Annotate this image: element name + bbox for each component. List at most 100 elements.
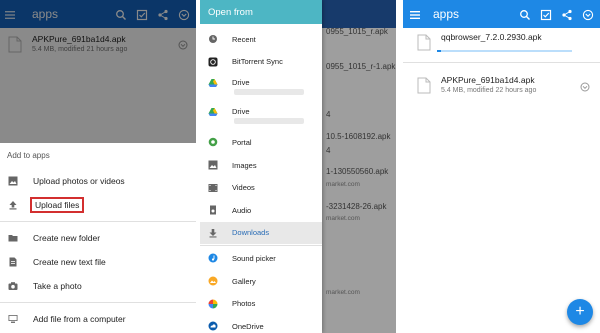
sync-icon xyxy=(208,57,218,67)
upload-icon xyxy=(8,200,18,210)
file-meta: 5.4 MB, modified 22 hours ago xyxy=(441,87,537,94)
background-file-name: 1-130550560.apk xyxy=(326,167,389,176)
drawer-item-videos[interactable]: Videos xyxy=(200,176,322,199)
create-text-file-item[interactable]: Create new text file xyxy=(0,250,196,274)
drawer-item-label: Downloads xyxy=(232,228,270,238)
upload-progress-fill xyxy=(437,50,442,52)
drawer-item-label: Sound picker xyxy=(232,253,276,263)
item-label: Upload photos or videos xyxy=(33,176,125,186)
open-from-drawer: Open from Recent BitTorrent Sync Drive D… xyxy=(200,0,322,333)
portal-icon xyxy=(208,137,218,147)
computer-icon xyxy=(8,314,18,324)
search-icon[interactable] xyxy=(519,8,531,20)
panel-open-from: 0955_1015_r.apk 0955_1015_r-1.apk 4 10.5… xyxy=(200,0,396,333)
text-file-icon xyxy=(8,257,18,267)
item-label-highlighted: Upload files xyxy=(30,197,85,213)
panel-add-to-apps: apps APKPure_691ba1d4.apk 5.4 MB, modifi… xyxy=(0,0,196,333)
share-icon[interactable] xyxy=(561,8,573,21)
image-icon xyxy=(208,160,218,170)
photos-icon xyxy=(208,299,218,309)
onedrive-icon xyxy=(208,321,218,331)
drawer-item-label: Photos xyxy=(232,299,256,309)
divider xyxy=(200,245,322,247)
drawer-item-downloads[interactable]: Downloads xyxy=(200,221,322,245)
add-from-computer-item[interactable]: Add file from a computer xyxy=(0,307,196,331)
camera-icon xyxy=(8,281,18,291)
drawer-item-label: Audio xyxy=(232,205,252,215)
select-icon[interactable] xyxy=(540,8,552,21)
scrim-overlay[interactable] xyxy=(0,0,196,143)
drawer-item-photos[interactable]: Photos xyxy=(200,292,322,315)
add-fab-button[interactable]: + xyxy=(567,299,593,325)
divider xyxy=(0,302,196,303)
divider xyxy=(0,221,196,222)
file-icon xyxy=(417,77,431,94)
drawer-item-label: Gallery xyxy=(232,276,256,286)
drawer-title: Open from xyxy=(200,0,322,24)
clock-icon xyxy=(208,34,218,44)
panel-apps-uploading: apps qqbrowser_7.2.0.2930.apk APKPure_69… xyxy=(403,0,600,333)
drawer-item-drive[interactable]: Drive xyxy=(200,73,322,102)
item-label: Create new text file xyxy=(33,257,106,267)
drawer-item-portal[interactable]: Portal xyxy=(200,131,322,154)
divider xyxy=(403,62,600,63)
uploading-file-row[interactable]: qqbrowser_7.2.0.2930.apk xyxy=(403,32,600,62)
item-label: Add file from a computer xyxy=(33,314,126,324)
background-file-sub: market.com xyxy=(326,289,360,296)
app-bar-title: apps xyxy=(433,7,460,21)
drive-icon xyxy=(208,78,218,88)
drawer-item-label: Recent xyxy=(232,34,256,44)
bottom-sheet: Add to apps Upload photos or videos Uplo… xyxy=(0,143,196,333)
redacted-account xyxy=(234,89,304,96)
background-file-name: -3231428-26.apk xyxy=(326,202,387,211)
file-name: APKPure_691ba1d4.apk xyxy=(441,75,535,85)
video-icon xyxy=(208,183,218,193)
drawer-item-images[interactable]: Images xyxy=(200,154,322,177)
folder-icon xyxy=(8,233,18,243)
take-photo-item[interactable]: Take a photo xyxy=(0,274,196,298)
file-row[interactable]: APKPure_691ba1d4.apk 5.4 MB, modified 22… xyxy=(403,75,600,94)
background-file-sub: market.com xyxy=(326,215,360,222)
overflow-chevron-icon[interactable] xyxy=(582,8,594,21)
download-icon xyxy=(208,228,218,238)
drawer-item-label: BitTorrent Sync xyxy=(232,57,283,67)
drawer-item-sound-picker[interactable]: Sound picker xyxy=(200,247,322,270)
drawer-item-gallery[interactable]: Gallery xyxy=(200,270,322,293)
drawer-item-label: Drive xyxy=(232,107,250,117)
drawer-item-audio[interactable]: Audio xyxy=(200,199,322,222)
background-file-sub: market.com xyxy=(326,181,360,188)
redacted-account xyxy=(234,118,304,125)
drawer-item-recent[interactable]: Recent xyxy=(200,28,322,51)
drive-icon xyxy=(208,107,218,117)
app-bar: apps xyxy=(403,0,600,28)
audio-icon xyxy=(208,205,218,215)
background-file-name: 4 xyxy=(326,110,331,119)
drawer-item-bittorrent-sync[interactable]: BitTorrent Sync xyxy=(200,51,322,74)
background-file-name: 10.5-1608192.apk xyxy=(326,132,391,141)
drawer-item-label: Portal xyxy=(232,137,252,147)
background-file-name: 4 xyxy=(326,146,331,155)
background-app-bar xyxy=(322,0,396,28)
drawer-item-onedrive[interactable]: OneDrive xyxy=(200,315,322,333)
background-file-name: 0955_1015_r-1.apk xyxy=(326,62,396,71)
drawer-item-label: Drive xyxy=(232,78,250,88)
item-label: Take a photo xyxy=(33,281,82,291)
upload-photos-videos-item[interactable]: Upload photos or videos xyxy=(0,169,196,193)
upload-progress-bar xyxy=(437,50,572,52)
gallery-icon xyxy=(208,276,218,286)
file-name: qqbrowser_7.2.0.2930.apk xyxy=(441,32,542,42)
drawer-item-label: Images xyxy=(232,160,257,170)
upload-files-item[interactable]: Upload files xyxy=(0,193,196,217)
sheet-header: Add to apps xyxy=(7,151,50,160)
file-icon xyxy=(417,34,431,51)
menu-icon[interactable] xyxy=(409,8,421,20)
music-note-icon xyxy=(208,253,218,263)
screenshot-root: apps APKPure_691ba1d4.apk 5.4 MB, modifi… xyxy=(0,0,600,333)
drawer-item-label: OneDrive xyxy=(232,321,264,331)
background-file-name: 0955_1015_r.apk xyxy=(326,27,388,36)
image-icon xyxy=(8,176,18,186)
item-label: Create new folder xyxy=(33,233,101,243)
chevron-down-icon[interactable] xyxy=(580,79,590,92)
drawer-item-drive[interactable]: Drive xyxy=(200,102,322,131)
create-folder-item[interactable]: Create new folder xyxy=(0,226,196,250)
